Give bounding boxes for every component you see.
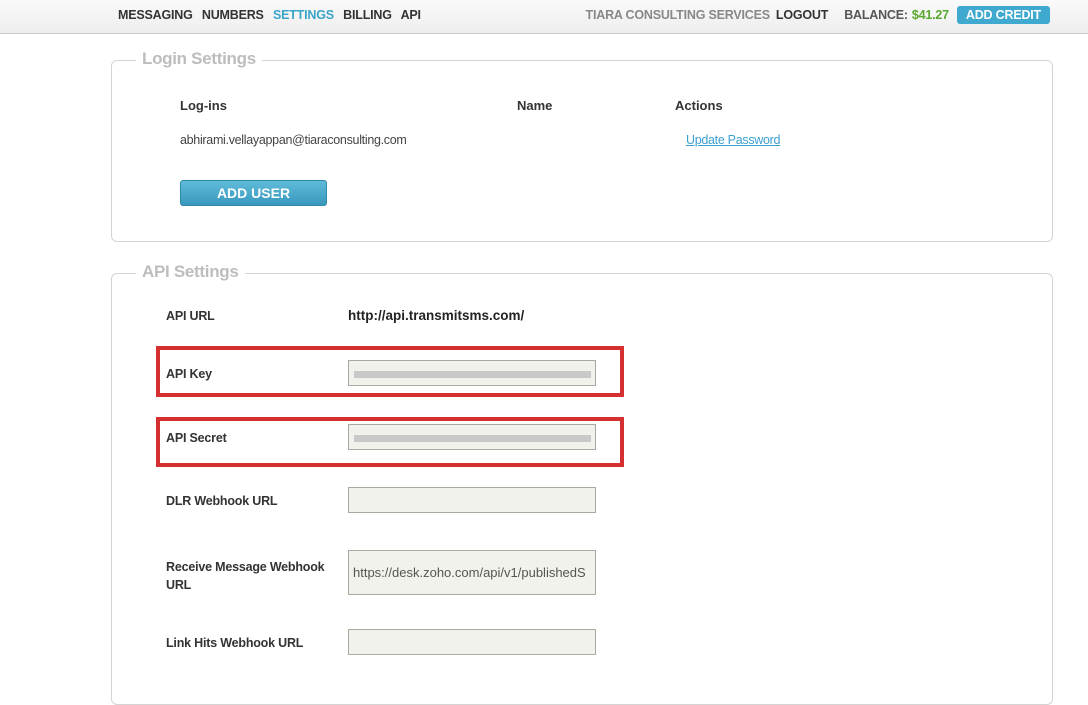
api-url-value: http://api.transmitsms.com/	[348, 308, 525, 323]
api-secret-highlight-box	[156, 417, 624, 467]
column-header-actions: Actions	[675, 98, 723, 113]
login-settings-legend: Login Settings	[136, 49, 262, 69]
nav-item-billing[interactable]: BILLING	[343, 8, 392, 22]
link-hits-webhook-field[interactable]	[348, 629, 596, 655]
api-settings-panel: API Settings API URL http://api.transmit…	[111, 262, 1053, 705]
link-hits-webhook-label: Link Hits Webhook URL	[166, 636, 304, 650]
nav-item-messaging[interactable]: MESSAGING	[118, 8, 193, 22]
update-password-link[interactable]: Update Password	[686, 133, 780, 147]
receive-webhook-label: Receive Message Webhook URL	[166, 560, 325, 592]
top-navigation-bar: MESSAGING NUMBERS SETTINGS BILLING API T…	[0, 0, 1088, 34]
balance-value: $41.27	[911, 8, 949, 22]
nav-item-numbers[interactable]: NUMBERS	[202, 8, 264, 22]
dlr-webhook-label: DLR Webhook URL	[166, 494, 278, 508]
api-settings-legend: API Settings	[136, 262, 245, 282]
account-nav: TIARA CONSULTING SERVICES LOGOUT BALANCE…	[586, 6, 1050, 24]
receive-webhook-field[interactable]: https://desk.zoho.com/api/v1/publishedS	[348, 550, 596, 595]
main-nav: MESSAGING NUMBERS SETTINGS BILLING API	[118, 8, 427, 22]
add-user-button[interactable]: ADD USER	[180, 180, 327, 206]
column-header-logins: Log-ins	[180, 98, 227, 113]
nav-item-settings[interactable]: SETTINGS	[273, 8, 334, 22]
login-settings-panel: Login Settings Log-ins Name Actions abhi…	[111, 49, 1053, 242]
dlr-webhook-field[interactable]	[348, 487, 596, 513]
company-name: TIARA CONSULTING SERVICES	[585, 8, 771, 22]
add-credit-button[interactable]: ADD CREDIT	[956, 6, 1050, 24]
nav-item-api[interactable]: API	[401, 8, 421, 22]
login-email: abhirami.vellayappan@tiaraconsulting.com	[180, 133, 407, 147]
api-url-label: API URL	[166, 309, 215, 323]
api-key-highlight-box	[156, 346, 624, 397]
column-header-name: Name	[517, 98, 553, 113]
balance-label: BALANCE:	[844, 8, 908, 22]
logout-link[interactable]: LOGOUT	[776, 8, 828, 22]
